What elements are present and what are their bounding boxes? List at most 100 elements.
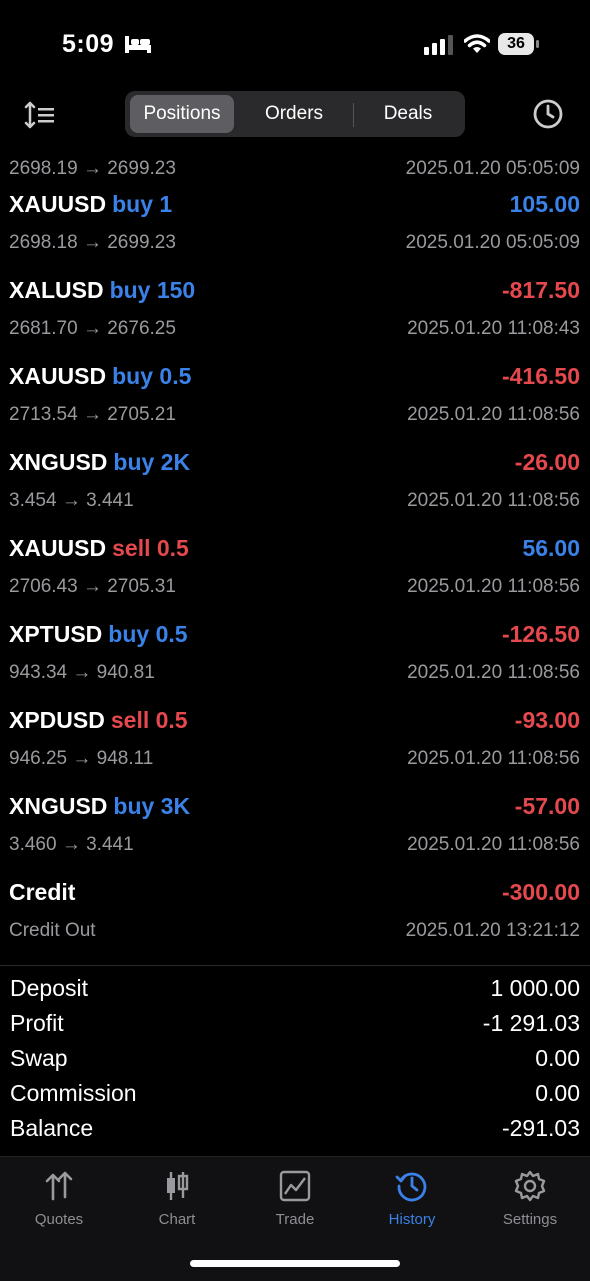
segmented-control: Positions Orders Deals [125,91,465,137]
summary-divider [0,965,590,966]
summary-label: Balance [10,1115,94,1141]
tab-quotes[interactable]: Quotes [9,1169,109,1228]
tab-orders[interactable]: Orders [237,95,351,133]
summary-value: 0.00 [535,1080,580,1106]
deal-time: 2025.01.20 11:08:56 [407,404,580,425]
summary-label: Commission [10,1080,137,1106]
deal-direction: buy 1 [112,191,173,217]
summary-value: 1 000.00 [490,975,580,1001]
list-item[interactable]: XNGUSD buy 2K -26.00 3.454 → 3.441 2025.0… [0,442,590,528]
deal-profit: -57.00 [514,793,580,819]
deal-prices: 946.25 → 948.11 [9,748,154,769]
deal-symbol: XPDUSD [9,707,105,733]
deal-symbol: XAUUSD [9,535,107,561]
top-bar: Positions Orders Deals [0,90,590,140]
settings-icon [514,1170,546,1202]
tab-label: Quotes [34,1211,84,1228]
battery-level: 36 [498,33,534,55]
deal-direction: sell 0.5 [112,535,189,561]
deal-profit: -93.00 [514,707,580,733]
list-item[interactable]: XAUUSD buy 1 105.00 2698.18 → 2699.23 202… [0,184,590,270]
bed-icon [125,36,151,53]
summary-value: 0.00 [535,1045,580,1071]
summary-row-deposit: Deposit 1 000.00 [0,972,590,1007]
deal-profit: -817.50 [501,277,580,303]
history-icon [395,1172,427,1202]
tab-settings[interactable]: Settings [480,1169,580,1228]
deal-symbol: XPTUSD [9,621,103,647]
summary-row-profit: Profit -1 291.03 [0,1007,590,1042]
list-item[interactable]: XAUUSD sell 0.5 56.00 2706.43 → 2705.31 2… [0,528,590,614]
summary-value: -1 291.03 [482,1010,580,1036]
deal-time: 2025.01.20 11:08:56 [407,490,580,511]
home-indicator[interactable] [190,1260,400,1267]
list-item[interactable]: XNGUSD buy 3K -57.00 3.460 → 3.441 2025.0… [0,786,590,872]
status-time: 5:09 [62,30,115,58]
tab-trade[interactable]: Trade [245,1169,345,1228]
deal-time: 2025.01.20 11:08:56 [407,748,580,769]
signal-icon [424,35,453,55]
list-item[interactable]: Credit -300.00 Credit Out 2025.01.20 13:… [0,872,590,958]
list-item[interactable]: XAUUSD buy 0.5 -416.50 2713.54 → 2705.21 … [0,356,590,442]
deal-comment: Credit Out [9,920,96,941]
deal-symbol: Credit [9,879,76,905]
deal-symbol: XAUUSD [9,191,107,217]
sort-icon[interactable] [24,100,58,130]
list-item[interactable]: XPTUSD buy 0.5 -126.50 943.34 → 940.81 20… [0,614,590,700]
deal-time: 2025.01.20 13:21:12 [405,920,580,941]
list-item[interactable]: XALUSD buy 150 -817.50 2681.70 → 2676.25 … [0,270,590,356]
deal-prices: 943.34 → 940.81 [9,662,155,683]
wifi-icon [464,34,490,53]
deal-profit: 56.00 [522,535,580,561]
summary-label: Deposit [10,975,88,1001]
tab-deals[interactable]: Deals [355,95,461,133]
tab-label: Settings [502,1211,558,1228]
deal-profit: -26.00 [514,449,580,475]
summary-label: Swap [10,1045,68,1071]
deal-time: 2025.01.20 11:08:43 [407,318,580,339]
deal-symbol: XAUUSD [9,363,107,389]
summary-row-balance: Balance -291.03 [0,1112,590,1147]
summary-value: -291.03 [501,1115,580,1141]
deal-time: 2025.01.20 05:05:09 [405,158,580,179]
list-item[interactable]: 2698.19 → 2699.23 2025.01.20 05:05:09 [0,140,590,184]
tab-history[interactable]: History [362,1169,462,1228]
tab-positions[interactable]: Positions [130,95,234,133]
summary-label: Profit [10,1010,64,1036]
deal-profit: -126.50 [501,621,580,647]
battery-icon: 36 [498,33,540,55]
deal-prices: 2698.18 → 2699.23 [9,232,176,253]
trade-icon [279,1170,311,1202]
tab-label: History [388,1211,436,1228]
list-item[interactable]: XPDUSD sell 0.5 -93.00 946.25 → 948.11 20… [0,700,590,786]
summary-row-swap: Swap 0.00 [0,1042,590,1077]
deal-time: 2025.01.20 05:05:09 [405,232,580,253]
deal-symbol: XNGUSD [9,449,108,475]
chart-icon [167,1172,189,1200]
status-bar: 5:09 36 [0,0,590,90]
tab-separator [353,103,354,127]
tab-label: Chart [158,1211,196,1228]
deal-direction: buy 0.5 [112,363,192,389]
deal-prices: 3.454 → 3.441 [9,490,134,511]
deals-list: 2698.19 → 2699.23 2025.01.20 05:05:09 XA… [0,140,590,966]
deal-direction: buy 150 [109,277,196,303]
deal-prices: 2706.43 → 2705.31 [9,576,176,597]
deal-profit: -300.00 [501,879,580,905]
deal-direction: sell 0.5 [110,707,188,733]
quotes-icon [45,1171,73,1201]
tab-label: Trade [275,1211,315,1228]
deal-symbol: XALUSD [9,277,104,303]
deal-direction: buy 2K [113,449,191,475]
deal-symbol: XNGUSD [9,793,108,819]
summary-row-commission: Commission 0.00 [0,1077,590,1112]
deal-direction: buy 0.5 [108,621,188,647]
deal-prices: 2681.70 → 2676.25 [9,318,176,339]
tab-chart[interactable]: Chart [127,1169,227,1228]
clock-icon[interactable] [532,98,564,130]
deal-time: 2025.01.20 11:08:56 [407,662,580,683]
deal-prices: 2713.54 → 2705.21 [9,404,176,425]
deal-profit: 105.00 [509,191,580,217]
deal-time: 2025.01.20 11:08:56 [407,576,580,597]
account-summary: Deposit 1 000.00 Profit -1 291.03 Swap 0… [0,972,590,1147]
